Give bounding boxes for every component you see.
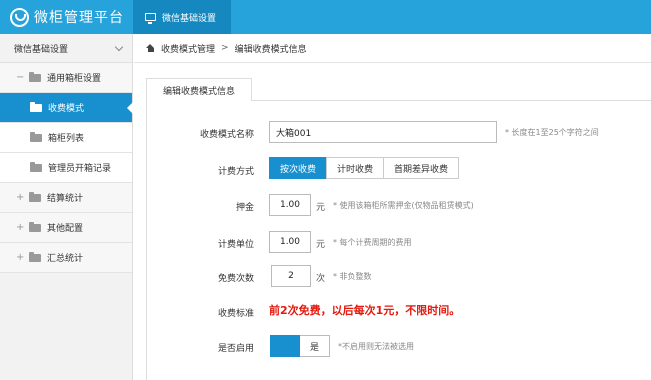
free-times-unit: 次 bbox=[316, 274, 326, 284]
folder-open-icon bbox=[30, 101, 42, 112]
folder-icon bbox=[29, 71, 41, 82]
deposit-unit: 元 bbox=[316, 203, 326, 213]
rule-text: 前2次免费，以后每次1元，不限时间。 bbox=[269, 304, 461, 317]
breadcrumb-current: 编辑收费模式信息 bbox=[234, 44, 307, 55]
sidebar-item-label: 汇总统计 bbox=[47, 254, 84, 264]
free-times-input[interactable]: 2 bbox=[271, 265, 311, 287]
logo-icon bbox=[10, 7, 29, 27]
deposit-hint: * 使用该箱柜所需押金(仅物品租赁模式) bbox=[333, 201, 474, 210]
billing-option-per-use[interactable]: 按次收费 bbox=[269, 157, 328, 179]
folder-icon bbox=[29, 251, 41, 262]
folder-icon bbox=[30, 131, 42, 142]
name-label: 收费模式名称 bbox=[199, 130, 254, 140]
tab-label: 编辑收费模式信息 bbox=[162, 86, 235, 97]
billing-selector: 按次收费 计时收费 首期差异收费 bbox=[269, 157, 460, 179]
sidebar-item-label: 管理员开箱记录 bbox=[48, 164, 112, 174]
free-times-label: 免费次数 bbox=[217, 274, 254, 284]
tab-edit-fee-mode[interactable]: 编辑收费模式信息 bbox=[146, 78, 252, 101]
billing-label: 计费方式 bbox=[217, 167, 254, 177]
name-input[interactable]: 大箱001 bbox=[269, 121, 497, 143]
sidebar-item-label: 结算统计 bbox=[47, 194, 84, 204]
deposit-input[interactable]: 1.00 bbox=[269, 194, 311, 216]
expand-icon: + bbox=[16, 222, 25, 233]
unit-price-label: 计费单位 bbox=[217, 240, 254, 250]
sidebar-item-settlement[interactable]: + 结算统计 bbox=[0, 183, 132, 213]
sidebar-item-label: 箱柜列表 bbox=[48, 134, 85, 144]
toggle-knob bbox=[270, 335, 300, 357]
enabled-toggle[interactable]: 是 bbox=[270, 335, 330, 357]
top-bar: 微柜管理平台 微信基础设置 bbox=[0, 0, 651, 34]
folder-icon bbox=[30, 161, 42, 172]
sidebar: 微信基础设置 − 通用箱柜设置 收费模式 箱柜列表 管理员开箱记录 + 结算统计… bbox=[0, 34, 133, 380]
home-icon[interactable] bbox=[146, 44, 155, 52]
rule-label: 收费标准 bbox=[217, 309, 254, 319]
toggle-label: 是 bbox=[300, 335, 330, 357]
sidebar-header[interactable]: 微信基础设置 bbox=[0, 34, 132, 63]
chevron-down-icon bbox=[114, 42, 124, 51]
app-title: 微柜管理平台 bbox=[34, 10, 124, 26]
name-hint: * 长度在1至25个字符之间 bbox=[505, 128, 599, 137]
sidebar-item-summary[interactable]: + 汇总统计 bbox=[0, 243, 132, 273]
expand-icon: + bbox=[16, 192, 25, 203]
billing-option-first-period[interactable]: 首期差异收费 bbox=[383, 157, 460, 179]
sidebar-item-admin-log[interactable]: 管理员开箱记录 bbox=[0, 153, 132, 183]
tab-label: 微信基础设置 bbox=[162, 13, 217, 24]
unit-price-input[interactable]: 1.00 bbox=[269, 231, 311, 253]
deposit-label: 押金 bbox=[235, 203, 254, 213]
sidebar-item-locker-list[interactable]: 箱柜列表 bbox=[0, 123, 132, 153]
free-times-hint: * 非负整数 bbox=[333, 272, 372, 281]
unit-price-unit: 元 bbox=[316, 240, 326, 250]
breadcrumb: 收费模式管理 > 编辑收费模式信息 bbox=[134, 34, 651, 63]
sidebar-item-other-config[interactable]: + 其他配置 bbox=[0, 213, 132, 243]
breadcrumb-parent[interactable]: 收费模式管理 bbox=[161, 42, 215, 55]
breadcrumb-separator: > bbox=[221, 43, 229, 53]
sidebar-item-general-settings[interactable]: − 通用箱柜设置 bbox=[0, 63, 132, 93]
sidebar-header-label: 微信基础设置 bbox=[14, 44, 69, 55]
unit-price-hint: * 每个计费周期的费用 bbox=[333, 238, 412, 247]
tab-wechat-settings[interactable]: 微信基础设置 bbox=[133, 0, 231, 34]
sidebar-item-label: 通用箱柜设置 bbox=[47, 74, 102, 84]
enabled-hint: *不启用则无法被选用 bbox=[338, 342, 414, 351]
collapse-icon: − bbox=[16, 72, 25, 83]
brand[interactable]: 微柜管理平台 bbox=[0, 0, 133, 34]
sidebar-item-label: 其他配置 bbox=[47, 224, 84, 234]
folder-icon bbox=[29, 191, 41, 202]
monitor-icon bbox=[145, 13, 156, 24]
divider bbox=[252, 100, 651, 101]
expand-icon: + bbox=[16, 252, 25, 263]
sidebar-item-fee-mode[interactable]: 收费模式 bbox=[0, 93, 133, 123]
folder-icon bbox=[29, 221, 41, 232]
sidebar-item-label: 收费模式 bbox=[48, 104, 85, 114]
billing-option-timed[interactable]: 计时收费 bbox=[326, 157, 385, 179]
enabled-label: 是否启用 bbox=[217, 344, 254, 354]
